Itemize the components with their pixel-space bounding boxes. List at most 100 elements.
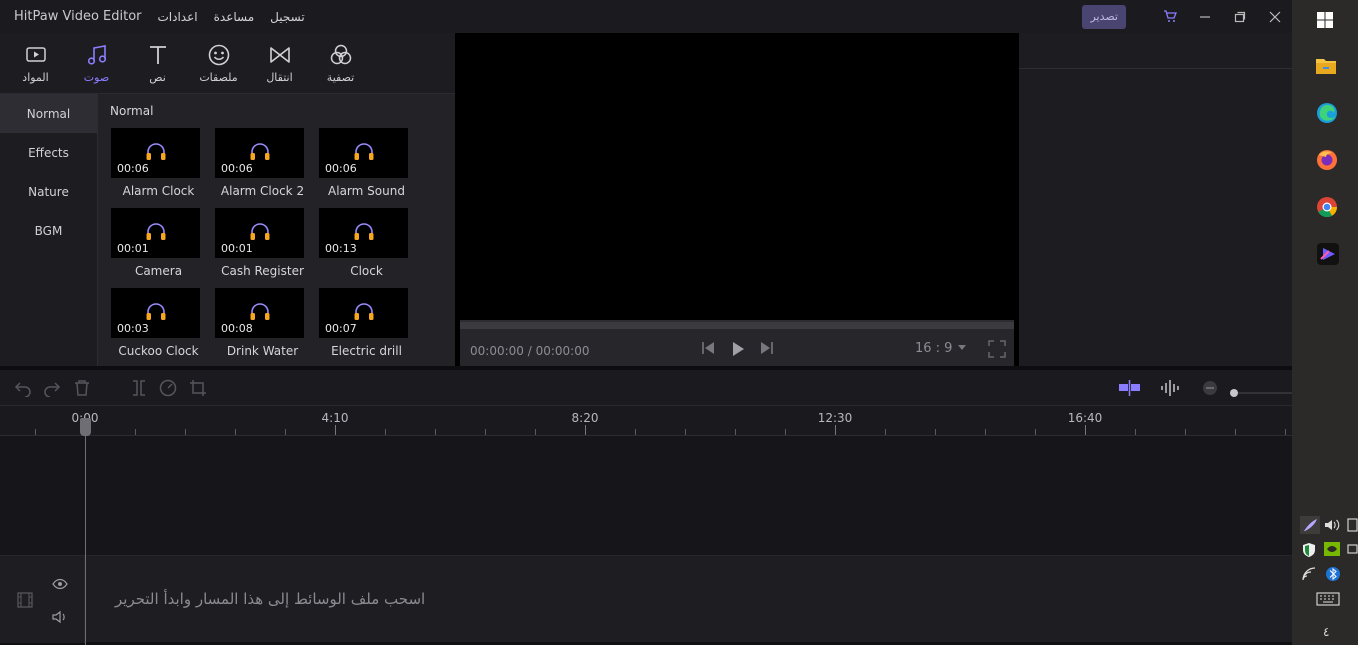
clip-thumbnail[interactable]: 00:13 — [319, 208, 408, 258]
windows-start-icon[interactable] — [1317, 12, 1333, 32]
audio-clip-item[interactable]: 00:06 Alarm Clock — [111, 128, 209, 198]
undo-icon[interactable] — [14, 379, 32, 401]
ruler-label: 8:20 — [571, 411, 599, 425]
clip-thumbnail[interactable]: 00:06 — [111, 128, 200, 178]
zoom-out-icon[interactable] — [1202, 380, 1218, 400]
speed-icon[interactable] — [159, 379, 177, 401]
audio-clip-item[interactable]: 00:01 Cash Register — [215, 208, 313, 278]
category-nature[interactable]: Nature — [0, 172, 97, 211]
chrome-icon[interactable] — [1316, 196, 1338, 222]
main-track[interactable]: اسحب ملف الوسائط إلى هذا المسار وابدأ ال… — [0, 555, 1292, 643]
snap-icon[interactable] — [1118, 380, 1142, 400]
menu-help[interactable]: مساعدة — [214, 10, 255, 24]
close-icon[interactable] — [1257, 0, 1292, 33]
clip-name: Electric drill — [331, 344, 402, 358]
battery-tray-icon[interactable] — [1347, 518, 1358, 535]
clip-thumbnail[interactable]: 00:01 — [111, 208, 200, 258]
clip-thumbnail[interactable]: 00:06 — [215, 128, 304, 178]
file-explorer-icon[interactable] — [1316, 56, 1336, 78]
crop-icon[interactable] — [189, 379, 207, 401]
bluetooth-tray-icon[interactable] — [1326, 565, 1340, 586]
clip-thumbnail[interactable]: 00:06 — [319, 128, 408, 178]
cart-icon[interactable] — [1152, 0, 1187, 33]
redo-icon[interactable] — [43, 379, 61, 401]
nvidia-tray-icon[interactable] — [1324, 542, 1340, 559]
playback-progress-bar[interactable] — [460, 320, 1014, 329]
firefox-icon[interactable] — [1316, 149, 1338, 175]
prev-frame-icon[interactable] — [700, 340, 716, 356]
tab-filters-label: تصفية — [326, 71, 355, 84]
ruler-tick — [1235, 429, 1236, 435]
aspect-ratio-select[interactable]: 16 : 9 — [915, 341, 952, 356]
tab-text[interactable]: نص — [127, 33, 188, 93]
clip-thumbnail[interactable]: 00:01 — [215, 208, 304, 258]
clip-name: Alarm Clock 2 — [220, 184, 305, 198]
resource-toolbar: المواد صوت نص ملصقات انتقال تصفية — [0, 33, 455, 93]
ruler-tick — [1135, 429, 1136, 435]
minimize-icon[interactable] — [1187, 0, 1222, 33]
feather-tray-icon[interactable] — [1300, 516, 1320, 537]
tab-media[interactable]: المواد — [5, 33, 66, 93]
timeline-ruler[interactable]: 0:004:108:2012:3016:40 — [0, 406, 1292, 436]
next-frame-icon[interactable] — [759, 340, 775, 356]
clip-name: Alarm Sound — [328, 184, 405, 198]
audio-clip-item[interactable]: 00:07 Electric drill — [319, 288, 417, 358]
tab-stickers-label: ملصقات — [199, 71, 238, 84]
speaker-icon[interactable] — [52, 609, 68, 628]
windows-taskbar: ٤ — [1292, 0, 1358, 645]
maximize-icon[interactable] — [1222, 0, 1257, 33]
security-tray-icon[interactable] — [1301, 542, 1317, 561]
audio-clip-item[interactable]: 00:13 Clock — [319, 208, 417, 278]
clip-name: Clock — [350, 264, 383, 278]
clip-duration: 00:01 — [117, 242, 149, 255]
menu-register[interactable]: تسجيل — [270, 10, 305, 24]
clip-duration: 00:06 — [117, 162, 149, 175]
ruler-tick — [585, 425, 586, 435]
menu-settings[interactable]: اعدادات — [158, 10, 198, 24]
timeline-area[interactable] — [0, 436, 1292, 555]
clip-thumbnail[interactable]: 00:07 — [319, 288, 408, 338]
properties-panel — [1019, 33, 1292, 366]
clip-thumbnail[interactable]: 00:08 — [215, 288, 304, 338]
export-button[interactable]: تصدير — [1082, 4, 1126, 29]
clip-duration: 00:06 — [325, 162, 357, 175]
eye-icon[interactable] — [52, 575, 68, 594]
audio-clip-item[interactable]: 00:06 Alarm Clock 2 — [215, 128, 313, 198]
category-bgm[interactable]: BGM — [0, 211, 97, 250]
audio-clip-item[interactable]: 00:03 Cuckoo Clock — [111, 288, 209, 358]
audio-clip-item[interactable]: 00:06 Alarm Sound — [319, 128, 417, 198]
chevron-down-icon[interactable] — [958, 345, 966, 351]
ruler-tick — [1085, 425, 1086, 435]
audio-clip-item[interactable]: 00:08 Drink Water — [215, 288, 313, 358]
fullscreen-icon[interactable] — [988, 340, 1006, 358]
tab-audio[interactable]: صوت — [66, 33, 127, 93]
waveform-icon[interactable] — [1160, 380, 1180, 400]
preview-canvas — [455, 33, 1019, 366]
clip-thumbnail[interactable]: 00:03 — [111, 288, 200, 338]
wifi-tray-icon[interactable] — [1301, 566, 1317, 585]
edge-browser-icon[interactable] — [1316, 102, 1338, 128]
ruler-tick — [285, 429, 286, 435]
volume-tray-icon[interactable] — [1324, 518, 1340, 535]
category-normal[interactable]: Normal — [0, 94, 97, 133]
timeline-toolbar — [0, 370, 1292, 406]
playhead-line — [85, 418, 86, 645]
playback-time: 00:00:00 / 00:00:00 — [470, 344, 590, 358]
playhead-handle[interactable] — [80, 418, 91, 436]
delete-icon[interactable] — [73, 379, 91, 401]
app-window: HitPaw Video Editor اعدادات مساعدة تسجيل… — [0, 0, 1358, 645]
play-icon[interactable] — [730, 340, 746, 358]
split-icon[interactable] — [130, 379, 148, 401]
hitpaw-app-icon[interactable] — [1317, 243, 1339, 269]
tab-filters[interactable]: تصفية — [310, 33, 371, 93]
clock-text[interactable]: ٤ — [1323, 625, 1329, 639]
category-effects[interactable]: Effects — [0, 133, 97, 172]
keyboard-tray-icon[interactable] — [1316, 592, 1340, 609]
network-adapter-tray-icon[interactable] — [1347, 542, 1358, 559]
zoom-slider[interactable] — [1229, 383, 1292, 402]
film-icon — [17, 592, 33, 612]
audio-clip-item[interactable]: 00:01 Camera — [111, 208, 209, 278]
tab-stickers[interactable]: ملصقات — [188, 33, 249, 93]
tab-transitions[interactable]: انتقال — [249, 33, 310, 93]
media-icon — [25, 43, 46, 67]
